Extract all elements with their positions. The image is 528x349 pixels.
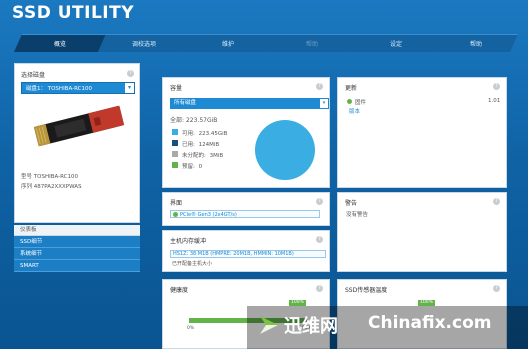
- health-min-label: 0%: [187, 326, 195, 331]
- nav-item-system-details[interactable]: 系统细节: [14, 248, 140, 260]
- temperature-title: SSD传感器温度: [345, 287, 388, 294]
- legend-value: 0: [198, 163, 203, 170]
- chevron-down-icon: ▾: [125, 83, 134, 93]
- alerts-title: 警告: [345, 200, 358, 207]
- info-icon[interactable]: ?: [493, 198, 500, 205]
- model-value: TOSHIBA-RC100: [33, 174, 78, 180]
- host-buffer-note: 已开配备主机大小: [172, 261, 213, 267]
- update-card: 更新 ? 固件 1.01 版本: [337, 77, 507, 188]
- legend-value: 223.45GiB: [198, 130, 228, 137]
- host-buffer-card: 主机内存缓冲 ? HS1Z: 38 M1B (HMPRE: 20M1B, HMM…: [162, 230, 330, 272]
- capacity-total-value: 223.57GiB: [185, 117, 218, 124]
- info-icon[interactable]: ?: [316, 83, 323, 90]
- tab-help[interactable]: 帮助: [434, 34, 518, 52]
- ssd-image: [33, 105, 125, 147]
- info-icon[interactable]: ?: [316, 285, 323, 292]
- alerts-text: 没有警告: [346, 212, 369, 218]
- firmware-label: 固件: [355, 100, 367, 106]
- drive-panel: 选择磁盘 ? 磁盘1： TOSHIBA-RC100 ▾ 型号 TOSHIBA-R…: [14, 63, 140, 223]
- legend-swatch: [172, 151, 178, 157]
- interface-value-field: PCIe® Gen3 (2x4GT/s): [170, 210, 320, 218]
- tab-bar: 概览 调校选项 维护 帮助 设定 帮助: [14, 34, 518, 52]
- health-title: 健康度: [170, 287, 189, 294]
- legend-swatch: [172, 162, 178, 168]
- serial-row: 序列 487PA2XXXPWAS: [21, 182, 82, 190]
- status-dot: [173, 211, 178, 217]
- firmware-version: 1.01: [488, 98, 501, 104]
- watermark-cn: 迅维网: [284, 316, 338, 337]
- nav-header: 仪表板: [14, 225, 140, 236]
- legend-swatch: [172, 129, 178, 135]
- dashboard-nav: 仪表板 SSD细节 系统细节 SMART: [14, 225, 140, 272]
- tab-maintenance[interactable]: 维护: [182, 34, 274, 52]
- interface-card: 界面 ? PCIe® Gen3 (2x4GT/s): [162, 192, 330, 226]
- host-buffer-title: 主机内存缓冲: [170, 238, 207, 245]
- interface-title: 界面: [170, 200, 183, 207]
- tab-overview[interactable]: 概览: [14, 34, 106, 52]
- info-icon[interactable]: ?: [127, 70, 134, 77]
- watermark-en: Chinafix.com: [368, 313, 492, 333]
- capacity-select[interactable]: 所有磁盘 ▾: [170, 98, 329, 109]
- update-link[interactable]: 版本: [349, 107, 360, 115]
- capacity-total: 全部: 223.57GiB: [170, 115, 217, 124]
- host-buffer-value: HS1Z: 38 M1B (HMPRE: 20M1B, HMMIN: 10M1B…: [173, 251, 294, 257]
- legend-label-text: 可用:: [182, 130, 197, 137]
- update-title: 更新: [345, 85, 358, 92]
- capacity-total-label: 全部:: [170, 117, 185, 124]
- model-label: 型号: [21, 174, 33, 180]
- app-title: SSD UTILITY: [12, 3, 135, 23]
- legend-label-text: 已用:: [182, 141, 197, 148]
- watermark-logo-icon: [260, 316, 278, 334]
- capacity-select-value: 所有磁盘: [174, 100, 197, 106]
- pie-slice-available: [255, 120, 315, 180]
- tab-disabled[interactable]: 帮助: [266, 34, 358, 52]
- drive-select-value: 磁盘1： TOSHIBA-RC100: [26, 86, 92, 92]
- chevron-down-icon: ▾: [320, 99, 328, 108]
- legend-label: 预留: 0: [182, 162, 202, 170]
- info-icon[interactable]: ?: [493, 285, 500, 292]
- legend-label: 未分配的: 3MiB: [182, 151, 223, 159]
- legend-swatch: [172, 140, 178, 146]
- legend-label-text: 预留:: [182, 163, 197, 170]
- capacity-title: 容量: [170, 85, 183, 92]
- model-row: 型号 TOSHIBA-RC100: [21, 172, 78, 180]
- left-column: 选择磁盘 ? 磁盘1： TOSHIBA-RC100 ▾ 型号 TOSHIBA-R…: [14, 63, 140, 349]
- legend-value: 124MiB: [198, 141, 220, 148]
- drive-panel-heading: 选择磁盘: [21, 72, 46, 79]
- legend-value: 3MiB: [209, 152, 224, 159]
- tab-settings[interactable]: 设定: [350, 34, 442, 52]
- status-dot: [347, 99, 352, 104]
- info-icon[interactable]: ?: [493, 83, 500, 90]
- legend-label-text: 未分配的:: [182, 152, 208, 159]
- serial-value: 487PA2XXXPWAS: [33, 184, 82, 190]
- info-icon[interactable]: ?: [316, 236, 323, 243]
- alerts-card: 警告 ? 没有警告: [337, 192, 507, 272]
- drive-select[interactable]: 磁盘1： TOSHIBA-RC100 ▾: [21, 82, 135, 94]
- nav-item-smart[interactable]: SMART: [14, 260, 140, 272]
- host-buffer-value-field: HS1Z: 38 M1B (HMPRE: 20M1B, HMMIN: 10M1B…: [170, 250, 326, 258]
- tab-tuning[interactable]: 调校选项: [98, 34, 190, 52]
- serial-label: 序列: [21, 184, 33, 190]
- nav-item-ssd-details[interactable]: SSD细节: [14, 236, 140, 248]
- info-icon[interactable]: ?: [316, 198, 323, 205]
- capacity-pie-chart: [255, 120, 315, 180]
- legend-label: 可用: 223.45GiB: [182, 129, 227, 137]
- capacity-card: 容量 ? 所有磁盘 ▾ 全部: 223.57GiB 可用: 223.45GiB 已…: [162, 77, 330, 188]
- legend-label: 已用: 124MiB: [182, 140, 219, 148]
- interface-value: PCIe® Gen3 (2x4GT/s): [180, 212, 237, 218]
